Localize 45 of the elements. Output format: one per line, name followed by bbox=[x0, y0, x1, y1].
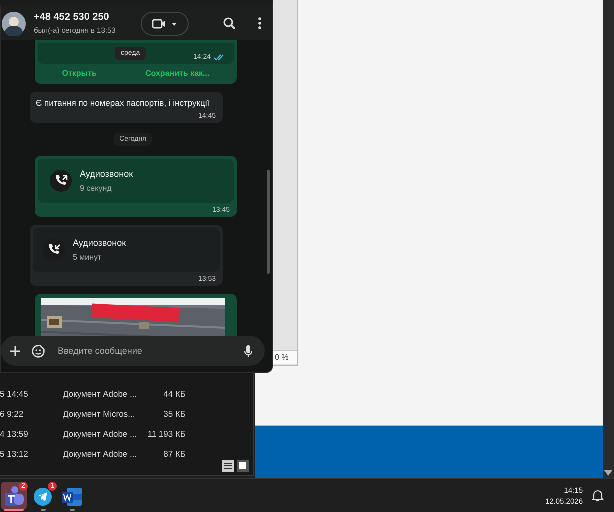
search-icon[interactable] bbox=[223, 17, 236, 30]
running-indicator bbox=[70, 508, 75, 510]
notification-bell-icon[interactable] bbox=[592, 489, 604, 502]
scroll-down-arrow-icon[interactable] bbox=[604, 470, 613, 476]
file-size: 44 КБ bbox=[162, 389, 186, 399]
menu-icon[interactable] bbox=[258, 17, 262, 30]
modified-date: 6 9:22 bbox=[0, 409, 25, 419]
video-call-button[interactable] bbox=[141, 12, 189, 36]
incoming-call-icon bbox=[43, 239, 65, 261]
file-size: 87 КБ bbox=[162, 449, 186, 459]
zoom-field[interactable]: 0 % bbox=[273, 350, 297, 364]
video-camera-icon bbox=[152, 18, 178, 30]
modified-date: 4 13:59 bbox=[0, 429, 30, 439]
file-size: 35 КБ bbox=[162, 409, 186, 419]
tiles-view-icon[interactable] bbox=[237, 460, 249, 472]
running-indicator bbox=[41, 508, 46, 510]
plus-icon[interactable] bbox=[10, 346, 21, 356]
action-link[interactable]: Открыть bbox=[62, 69, 97, 78]
action-link[interactable]: Сохранить как... bbox=[146, 69, 210, 78]
avatar[interactable] bbox=[2, 12, 26, 36]
running-indicator bbox=[4, 508, 24, 510]
file-type: Документ Adobe ... bbox=[63, 389, 138, 399]
modified-date: 5 14:45 bbox=[0, 389, 30, 399]
scrollbar-thumb[interactable] bbox=[267, 170, 270, 274]
outgoing-call-icon bbox=[50, 170, 72, 192]
call-duration: 5 минут bbox=[73, 253, 103, 262]
message-input[interactable]: Введите сообщение bbox=[56, 345, 233, 357]
contact-name: +48 452 530 250 bbox=[34, 12, 110, 23]
details-view-icon[interactable] bbox=[222, 460, 234, 472]
message-text: Є питання по номерах паспортів, і інструкції bbox=[35, 97, 211, 108]
file-type: Документ Adobe ... bbox=[63, 449, 138, 459]
call-card[interactable]: Аудиозвонок 9 секунд bbox=[38, 159, 234, 203]
scrollbar[interactable] bbox=[603, 0, 614, 478]
call-title: Аудиозвонок bbox=[73, 238, 126, 248]
call-duration: 9 секунд bbox=[80, 184, 113, 193]
message-field[interactable]: Введите сообщение bbox=[1, 336, 265, 366]
call-title: Аудиозвонок bbox=[80, 169, 134, 179]
file-type: Документ Adobe ... bbox=[63, 429, 138, 439]
sticker-icon[interactable] bbox=[32, 344, 45, 358]
microphone-icon[interactable] bbox=[244, 344, 253, 358]
modified-date: 5 13:12 bbox=[0, 449, 30, 459]
people-app-icon bbox=[2, 484, 26, 508]
file-type: Документ Micros... bbox=[63, 409, 136, 419]
file-size: 11 193 КБ bbox=[146, 429, 186, 439]
call-card[interactable]: Аудиозвонок 5 минут bbox=[33, 228, 220, 272]
